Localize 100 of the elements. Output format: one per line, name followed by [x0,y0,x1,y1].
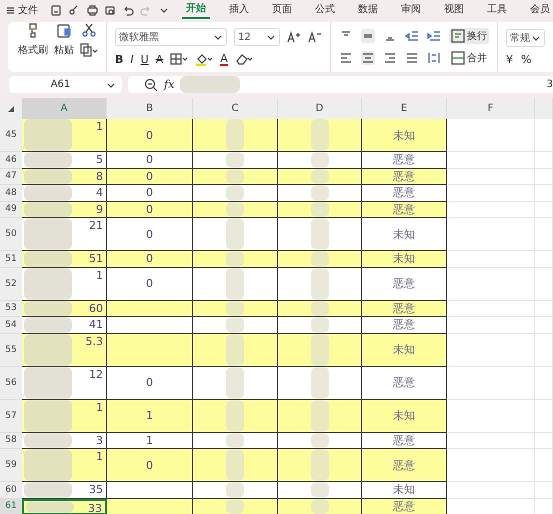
italic-button[interactable]: I [130,52,134,66]
ribbon-tab[interactable]: 开始 [182,1,210,19]
table-cell: 8 [22,168,107,185]
scissors-icon[interactable] [81,22,97,38]
decrease-indent-icon[interactable] [405,29,419,43]
redaction-blur [24,168,72,184]
row-header[interactable]: 45 [0,119,22,152]
borders-icon[interactable] [170,53,188,65]
table-cell: 33 [22,498,107,514]
number-format-dropdown[interactable]: 常规 [506,28,545,46]
row-header[interactable]: 49 [0,202,22,218]
copy-icon[interactable] [80,43,98,57]
ribbon-tab[interactable]: 审阅 [397,2,425,18]
ribbon-tab[interactable]: 插入 [225,2,253,18]
increase-indent-icon[interactable] [427,29,441,43]
bold-button[interactable]: B [115,52,124,66]
wrap-text-icon [451,29,465,43]
table-cell: 0 [107,202,193,218]
table-cell: 41 [22,317,107,334]
redaction-blur [226,498,244,514]
ribbon-tab[interactable]: 会员 [526,2,553,18]
row-header[interactable]: 53 [0,300,22,317]
font-color-button[interactable]: A [220,52,228,66]
table-cell: 5 [22,152,107,168]
select-all-icon[interactable] [7,104,15,112]
row-header[interactable]: 50 [0,218,22,251]
redaction-blur [226,185,244,200]
redaction-blur [310,498,328,514]
table-cell: 恶意 [362,168,447,185]
row-header[interactable]: 47 [0,168,22,185]
justify-icon[interactable] [405,51,419,65]
underline-button[interactable]: U [140,52,149,66]
ribbon-tab[interactable]: 页面 [268,2,296,18]
row-header[interactable]: 59 [0,449,22,482]
clipboard-icon[interactable] [56,22,72,38]
print-preview-icon[interactable] [104,4,116,16]
increase-font-icon[interactable] [287,31,301,43]
function-label: fx [164,78,174,91]
file-menu-button[interactable]: 文件 [6,3,38,17]
table-cell: 1 [22,119,107,152]
currency-button[interactable]: ¥ [506,52,513,66]
merge-icon [451,51,465,65]
paste-button[interactable]: 粘贴 [54,43,74,57]
wrap-text-button[interactable]: 换行 [449,28,489,44]
table-cell: 恶意 [362,498,447,514]
redaction-blur [26,500,74,513]
formula-input[interactable]: fx 3 [128,76,553,93]
table-cell: 0 [107,251,193,268]
row-header[interactable]: 48 [0,185,22,202]
name-box[interactable]: A61 [9,76,122,93]
merge-button[interactable]: 合并 [449,50,489,66]
font-dropdown[interactable]: 微软雅黑 [115,28,227,46]
redaction-blur [180,76,240,93]
redaction-blur [24,185,72,200]
redaction-blur [310,168,328,184]
table-cell: 4 [22,185,107,202]
eraser-icon[interactable] [234,52,253,66]
undo-icon[interactable] [122,4,134,16]
align-center-icon[interactable] [361,51,375,65]
row-header[interactable]: 55 [0,334,22,366]
row-header[interactable]: 56 [0,366,22,400]
row-header[interactable]: 52 [0,268,22,300]
table-cell: 0 [107,449,193,482]
table-cell: 60 [22,300,107,317]
ribbon-tab[interactable]: 公式 [311,2,339,18]
ribbon-tab[interactable]: 工具 [483,2,511,18]
percent-button[interactable]: % [521,52,532,66]
ribbon-tab[interactable]: 视图 [440,2,468,18]
table-cell: 未知 [362,400,447,432]
strikethrough-button[interactable]: A [156,52,164,66]
redaction-blur [310,366,328,398]
column-header[interactable]: A [22,98,107,119]
table-cell: 恶意 [362,449,447,482]
table-cell: 5.3 [22,334,107,366]
row-header[interactable]: 58 [0,432,22,449]
format-painter-button[interactable]: 格式刷 [18,43,48,57]
distributed-icon[interactable] [427,51,441,65]
row-header[interactable]: 54 [0,317,22,334]
table-cell: 1 [22,268,107,300]
redaction-blur [226,366,244,398]
table-cell: 51 [22,251,107,268]
row-header[interactable]: 60 [0,482,22,498]
redaction-blur [310,185,328,200]
font-size-dropdown[interactable]: 12 [234,28,280,46]
decrease-font-icon[interactable] [308,31,322,43]
table-cell: 21 [22,218,107,251]
save-icon[interactable] [50,4,62,16]
row-header[interactable]: 57 [0,400,22,432]
ribbon-tab[interactable]: 数据 [354,2,382,18]
fill-color-icon[interactable] [195,52,214,66]
row-header[interactable]: 51 [0,251,22,268]
align-left-icon[interactable] [339,51,353,65]
row-header[interactable]: 46 [0,152,22,168]
table-cell: 恶意 [362,300,447,317]
redaction-blur [226,168,244,184]
print-icon[interactable] [86,4,98,16]
align-right-icon[interactable] [383,51,397,65]
table-cell: 12 [22,366,107,400]
row-header[interactable]: 61 [0,498,22,514]
zoom-icon [144,78,158,92]
